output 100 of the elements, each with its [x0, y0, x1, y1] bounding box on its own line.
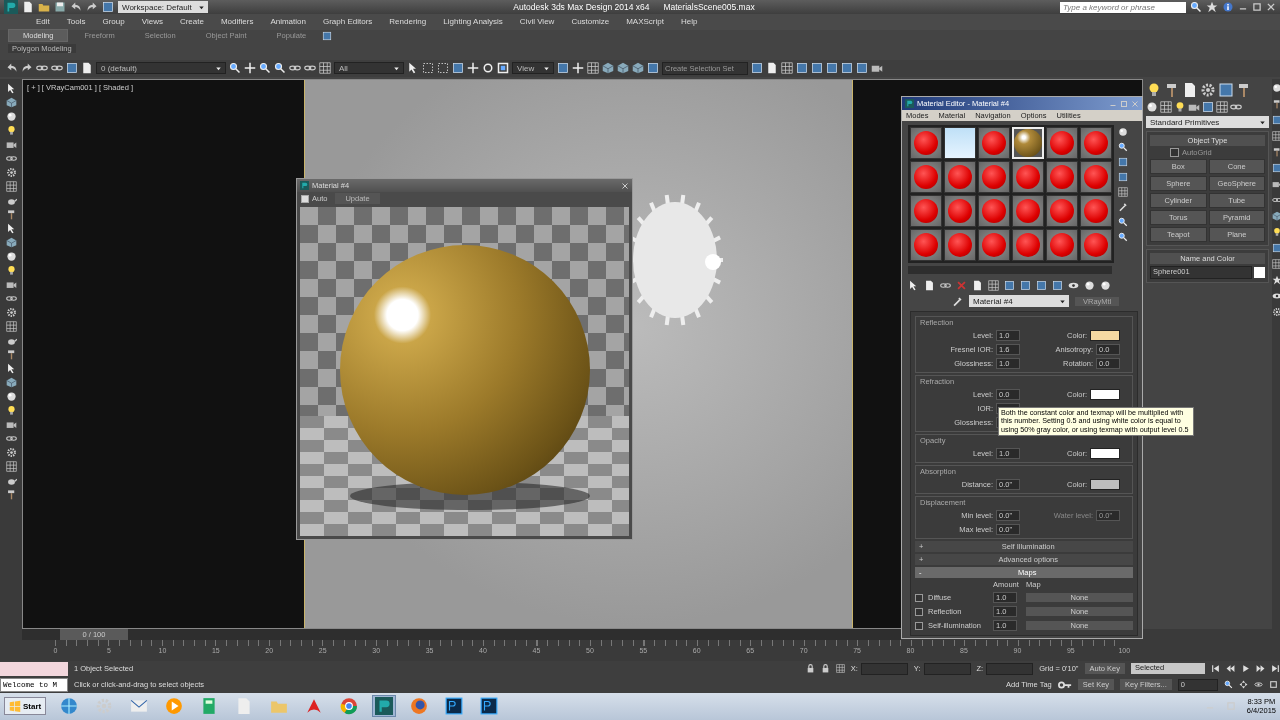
bulb-icon[interactable]: [5, 265, 17, 277]
gear-icon[interactable]: [5, 307, 17, 319]
sphere-icon[interactable]: [5, 251, 17, 263]
grid-icon[interactable]: [587, 62, 599, 75]
menu-item[interactable]: Rendering: [389, 17, 427, 27]
move-icon[interactable]: [572, 62, 584, 75]
coordinate-field[interactable]: [986, 662, 1034, 675]
dropper-icon[interactable]: [1118, 202, 1128, 212]
coordinate-field[interactable]: [923, 662, 971, 675]
gear-icon[interactable]: [5, 447, 17, 459]
selection-filter-dropdown[interactable]: All: [334, 62, 404, 75]
square-icon[interactable]: [1004, 280, 1015, 291]
page-icon[interactable]: [81, 62, 93, 75]
lock-icon[interactable]: [820, 664, 830, 674]
globe-icon[interactable]: [60, 697, 79, 716]
camera-icon[interactable]: [1272, 179, 1280, 190]
dashed-icon[interactable]: [422, 62, 434, 75]
menu-item[interactable]: Views: [141, 17, 163, 27]
checkbox[interactable]: [915, 593, 923, 602]
scale-icon[interactable]: [497, 62, 509, 75]
prev-icon[interactable]: [1226, 664, 1235, 674]
checkbox[interactable]: [301, 194, 309, 203]
cube-icon[interactable]: [617, 62, 629, 75]
square-icon[interactable]: [826, 62, 838, 75]
grid-icon[interactable]: [781, 62, 793, 75]
maximize-icon[interactable]: [1268, 680, 1278, 690]
play-icon[interactable]: [1241, 664, 1250, 674]
page-icon[interactable]: [766, 62, 778, 75]
next-icon[interactable]: [1256, 664, 1265, 674]
cube-icon[interactable]: [602, 62, 614, 75]
material-name-field[interactable]: Material #4: [969, 295, 1069, 307]
square-icon[interactable]: [856, 62, 868, 75]
save-icon[interactable]: [54, 1, 66, 13]
help-icon[interactable]: [1222, 1, 1234, 13]
square-icon[interactable]: [751, 62, 763, 75]
camera-icon[interactable]: [5, 139, 17, 151]
hammer-icon[interactable]: [5, 489, 17, 501]
camera-icon[interactable]: [5, 419, 17, 431]
star-icon[interactable]: [1272, 275, 1280, 286]
menu-item[interactable]: Animation: [270, 17, 306, 27]
category-dropdown[interactable]: Standard Primitives: [1146, 116, 1269, 129]
checkbox[interactable]: [915, 621, 923, 630]
sphere-icon[interactable]: [1118, 127, 1128, 137]
square-icon[interactable]: [1202, 101, 1214, 114]
gear-icon[interactable]: [5, 167, 17, 179]
cube-icon[interactable]: [1272, 211, 1280, 222]
square-icon[interactable]: [796, 62, 808, 75]
grid-icon[interactable]: [1160, 101, 1172, 114]
color-swatch[interactable]: [1090, 448, 1120, 459]
reference-coordinate-dropdown[interactable]: View: [512, 62, 554, 75]
menu-item[interactable]: Tools: [66, 17, 86, 27]
menu-item[interactable]: Help: [680, 17, 698, 27]
grid-icon[interactable]: [988, 280, 999, 291]
bulb-icon[interactable]: [1272, 227, 1280, 238]
maximize-icon[interactable]: [1252, 2, 1262, 12]
magnifier-icon[interactable]: [1118, 232, 1128, 242]
sphere-icon[interactable]: [1100, 280, 1111, 291]
grid-icon[interactable]: [1272, 131, 1280, 142]
dropper-icon[interactable]: [952, 295, 963, 307]
sphere-icon[interactable]: [1084, 280, 1095, 291]
checkbox[interactable]: [915, 607, 923, 616]
square-icon[interactable]: [811, 62, 823, 75]
cube-icon[interactable]: [5, 377, 17, 389]
hammer-icon[interactable]: [5, 349, 17, 361]
move-icon[interactable]: [467, 62, 479, 75]
magnifier-icon[interactable]: [1118, 217, 1128, 227]
skipstart-icon[interactable]: [1211, 664, 1220, 674]
orbit-icon[interactable]: [1253, 680, 1263, 690]
app-icon[interactable]: [300, 181, 309, 190]
grid-icon[interactable]: [1118, 187, 1128, 197]
magnifier-icon[interactable]: [229, 62, 241, 75]
menu-item[interactable]: MAXScript: [626, 17, 664, 27]
close-icon[interactable]: [1266, 2, 1276, 12]
magnifier-icon[interactable]: [1223, 680, 1233, 690]
hammer-icon[interactable]: [1272, 99, 1280, 110]
menu-item[interactable]: Edit: [36, 17, 50, 27]
camera-icon[interactable]: [5, 279, 17, 291]
square-icon[interactable]: [102, 1, 114, 13]
gear-icon[interactable]: [1272, 307, 1280, 318]
workspace-dropdown[interactable]: Workspace: Default: [118, 1, 208, 13]
cube-icon[interactable]: [5, 97, 17, 109]
square-icon[interactable]: [1036, 280, 1047, 291]
ps-icon[interactable]: [445, 697, 464, 716]
fox-icon[interactable]: [410, 697, 429, 716]
hammer-icon[interactable]: [1272, 147, 1280, 158]
grid-icon[interactable]: [1216, 101, 1228, 114]
grid-icon[interactable]: [835, 664, 845, 674]
menu-item[interactable]: Customize: [571, 17, 610, 27]
cursor-icon[interactable]: [407, 62, 419, 75]
square-icon[interactable]: [1118, 172, 1128, 182]
layer-dropdown[interactable]: 0 (default): [96, 62, 226, 75]
cube-icon[interactable]: [632, 62, 644, 75]
square-icon[interactable]: [841, 62, 853, 75]
square-icon[interactable]: [322, 30, 333, 41]
grid-icon[interactable]: [5, 321, 17, 333]
pan-icon[interactable]: [1238, 680, 1248, 690]
color-swatch[interactable]: [1254, 267, 1265, 279]
grid-icon[interactable]: [5, 461, 17, 473]
ps-icon[interactable]: [480, 697, 499, 716]
star-icon[interactable]: [1206, 1, 1218, 13]
